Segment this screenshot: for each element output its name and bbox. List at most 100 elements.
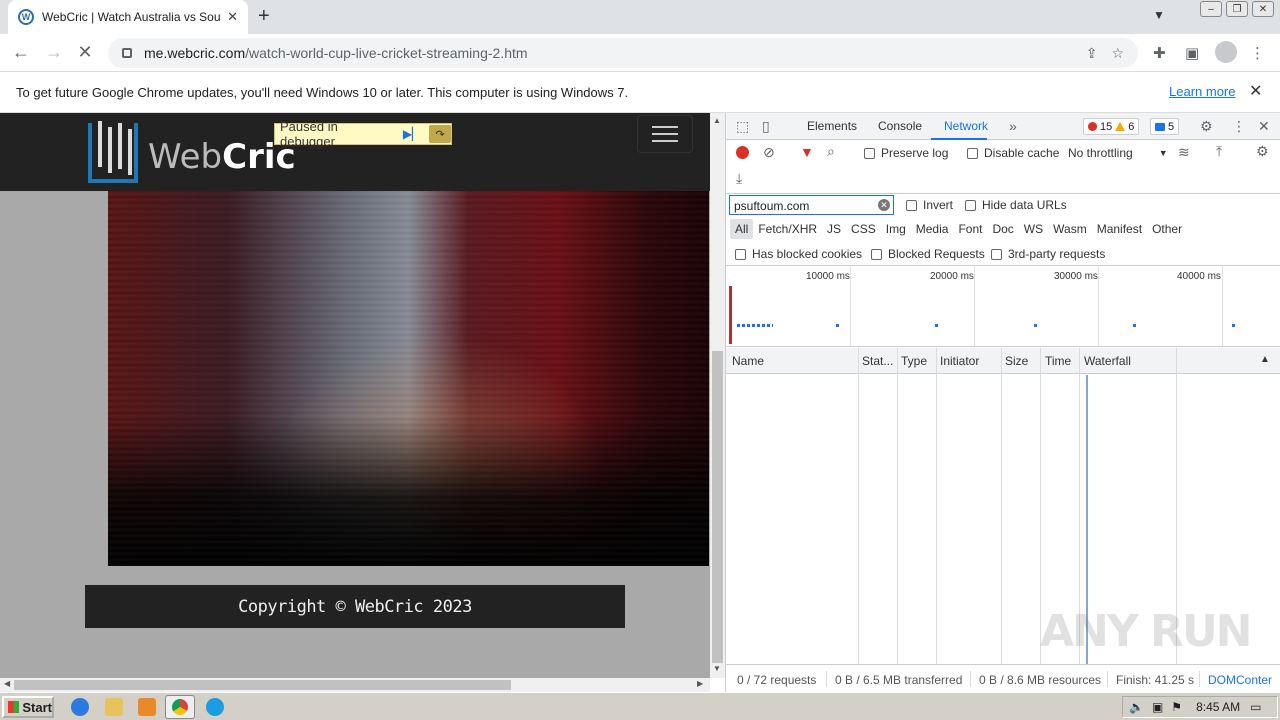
clear-icon[interactable]: ⊘ bbox=[763, 144, 775, 161]
invert-checkbox[interactable]: Invert bbox=[906, 198, 953, 212]
third-party-requests-checkbox[interactable]: 3rd-party requests bbox=[991, 247, 1105, 261]
type-filter-ws[interactable]: WS bbox=[1019, 219, 1048, 239]
export-har-icon[interactable]: ⤓ bbox=[736, 170, 742, 187]
resources-size: 0 B / 8.6 MB resources bbox=[979, 673, 1102, 687]
import-har-icon[interactable]: ⤒ bbox=[1216, 143, 1222, 160]
filter-input[interactable]: psuftoum.com ✕ bbox=[729, 195, 894, 215]
hide-data-urls-checkbox[interactable]: Hide data URLs bbox=[965, 198, 1067, 212]
col-status[interactable]: Stat... bbox=[862, 354, 893, 368]
address-bar[interactable]: me.webcric.com/watch-world-cup-live-cric… bbox=[108, 38, 1138, 68]
web-page-viewport: WebCric Paused in debugger ▶▏ ↷ Copyrigh… bbox=[0, 113, 710, 678]
forward-arrow-icon[interactable]: → bbox=[43, 42, 65, 63]
type-filter-css[interactable]: CSS bbox=[846, 219, 881, 239]
tab-console[interactable]: Console bbox=[878, 119, 922, 133]
col-time[interactable]: Time bbox=[1045, 354, 1071, 368]
url-text[interactable]: me.webcric.com/watch-world-cup-live-cric… bbox=[144, 45, 1072, 61]
messages-badge[interactable]: 5 bbox=[1150, 118, 1180, 135]
learn-more-link[interactable]: Learn more bbox=[1169, 84, 1235, 99]
timeline-tick: 40000 ms bbox=[1177, 271, 1221, 282]
kebab-menu-icon[interactable]: ⋮ bbox=[1250, 44, 1265, 62]
close-window-icon[interactable]: ✕ bbox=[1252, 1, 1274, 17]
type-filter-wasm[interactable]: Wasm bbox=[1048, 219, 1092, 239]
scroll-thumb-horizontal[interactable] bbox=[14, 680, 511, 690]
throttling-select[interactable]: No throttling ▼ bbox=[1068, 146, 1168, 160]
col-size[interactable]: Size bbox=[1005, 354, 1028, 368]
action-center-flag-icon[interactable]: ⚑ bbox=[1171, 700, 1182, 714]
type-filter-doc[interactable]: Doc bbox=[987, 219, 1018, 239]
browser-tab[interactable]: W WebCric | Watch Australia vs South ✕ bbox=[8, 0, 248, 34]
search-icon[interactable]: ⌕ bbox=[827, 143, 835, 160]
tab-elements[interactable]: Elements bbox=[807, 119, 857, 133]
has-blocked-cookies-checkbox[interactable]: Has blocked cookies bbox=[735, 247, 862, 261]
restore-icon[interactable]: ❐ bbox=[1226, 1, 1248, 17]
network-conditions-icon[interactable]: ≋ bbox=[1178, 144, 1190, 161]
clear-filter-icon[interactable]: ✕ bbox=[878, 199, 890, 211]
new-tab-icon[interactable]: + bbox=[258, 5, 270, 28]
chrome-taskbar-button[interactable] bbox=[165, 695, 195, 719]
type-filter-js[interactable]: JS bbox=[822, 219, 846, 239]
preserve-log-checkbox[interactable]: Preserve log bbox=[864, 146, 948, 160]
col-waterfall[interactable]: Waterfall bbox=[1084, 354, 1131, 368]
close-tab-icon[interactable]: ✕ bbox=[227, 9, 238, 25]
bookmark-star-icon[interactable]: ☆ bbox=[1111, 45, 1124, 62]
media-player-icon[interactable] bbox=[138, 698, 156, 716]
explorer-folder-icon[interactable] bbox=[105, 698, 123, 716]
hamburger-menu-button[interactable] bbox=[637, 115, 693, 153]
network-overview-timeline[interactable]: 10000 ms 20000 ms 30000 ms 40000 ms bbox=[726, 265, 1280, 347]
webcric-logo-icon[interactable] bbox=[88, 121, 138, 183]
devtools-menu-icon[interactable]: ⋮ bbox=[1232, 118, 1246, 135]
back-arrow-icon[interactable]: ← bbox=[10, 42, 32, 63]
device-toolbar-icon[interactable]: ▯ bbox=[762, 118, 770, 135]
network-settings-icon[interactable]: ⚙ bbox=[1256, 143, 1269, 160]
volume-icon[interactable]: 🔈 bbox=[1129, 700, 1144, 714]
lock-icon[interactable] bbox=[122, 48, 132, 58]
sort-up-icon[interactable]: ▲ bbox=[1260, 354, 1270, 365]
inspect-element-icon[interactable]: ⬚ bbox=[736, 118, 749, 135]
share-icon[interactable]: ⇪ bbox=[1086, 45, 1098, 62]
scroll-up-icon[interactable]: ▲ bbox=[713, 116, 721, 125]
profile-avatar[interactable] bbox=[1215, 41, 1237, 63]
blocked-requests-checkbox[interactable]: Blocked Requests bbox=[871, 247, 985, 261]
filter-funnel-icon[interactable]: ▼ bbox=[800, 144, 814, 160]
extensions-puzzle-icon[interactable]: ✚ bbox=[1153, 44, 1166, 62]
tab-network[interactable]: Network bbox=[944, 119, 988, 133]
type-filter-fetch-xhr[interactable]: Fetch/XHR bbox=[753, 219, 822, 239]
type-filter-other[interactable]: Other bbox=[1147, 219, 1187, 239]
col-name[interactable]: Name bbox=[732, 354, 764, 368]
col-type[interactable]: Type bbox=[901, 354, 927, 368]
type-filter-manifest[interactable]: Manifest bbox=[1092, 219, 1147, 239]
network-toolbar: ⊘ ▼ ⌕ Preserve log Disable cache No thro… bbox=[726, 140, 1280, 194]
scroll-left-icon[interactable]: ◀ bbox=[4, 679, 10, 688]
record-icon[interactable] bbox=[736, 146, 749, 159]
ie-icon[interactable] bbox=[71, 698, 89, 716]
edge-icon[interactable] bbox=[206, 698, 224, 716]
type-filter-img[interactable]: Img bbox=[881, 219, 911, 239]
step-over-icon[interactable]: ↷ bbox=[429, 125, 451, 143]
side-panel-icon[interactable]: ▣ bbox=[1185, 44, 1199, 62]
page-horizontal-scrollbar[interactable]: ◀ ▶ bbox=[0, 678, 710, 692]
clock[interactable]: 8:45 AM bbox=[1196, 700, 1240, 714]
show-desktop-icon[interactable]: ▭ bbox=[1250, 700, 1261, 714]
scroll-right-icon[interactable]: ▶ bbox=[697, 679, 703, 688]
type-filter-font[interactable]: Font bbox=[953, 219, 987, 239]
minimize-icon[interactable]: – bbox=[1200, 1, 1222, 17]
resume-icon[interactable]: ▶▏ bbox=[403, 127, 421, 141]
issues-badge[interactable]: 15 6 bbox=[1083, 118, 1140, 135]
col-initiator[interactable]: Initiator bbox=[940, 354, 979, 368]
network-icon[interactable]: ▣ bbox=[1152, 700, 1163, 714]
close-infobar-icon[interactable]: ✕ bbox=[1249, 81, 1262, 101]
disable-cache-checkbox[interactable]: Disable cache bbox=[967, 146, 1059, 160]
start-button[interactable]: Start bbox=[2, 696, 54, 718]
transferred-size: 0 B / 6.5 MB transferred bbox=[835, 673, 963, 687]
type-filter-media[interactable]: Media bbox=[911, 219, 954, 239]
more-tabs-chevron-icon[interactable]: » bbox=[1009, 118, 1017, 134]
scroll-thumb[interactable] bbox=[712, 351, 723, 663]
tab-search-chevron-icon[interactable]: ▼ bbox=[1153, 8, 1165, 22]
video-player[interactable] bbox=[108, 191, 709, 566]
settings-gear-icon[interactable]: ⚙ bbox=[1200, 118, 1213, 135]
page-vertical-scrollbar[interactable]: ▲ ▼ bbox=[710, 113, 725, 678]
close-devtools-icon[interactable]: ✕ bbox=[1258, 118, 1270, 135]
scroll-down-icon[interactable]: ▼ bbox=[713, 664, 721, 673]
type-filter-all[interactable]: All bbox=[730, 219, 754, 239]
stop-loading-icon[interactable]: ✕ bbox=[74, 42, 96, 63]
